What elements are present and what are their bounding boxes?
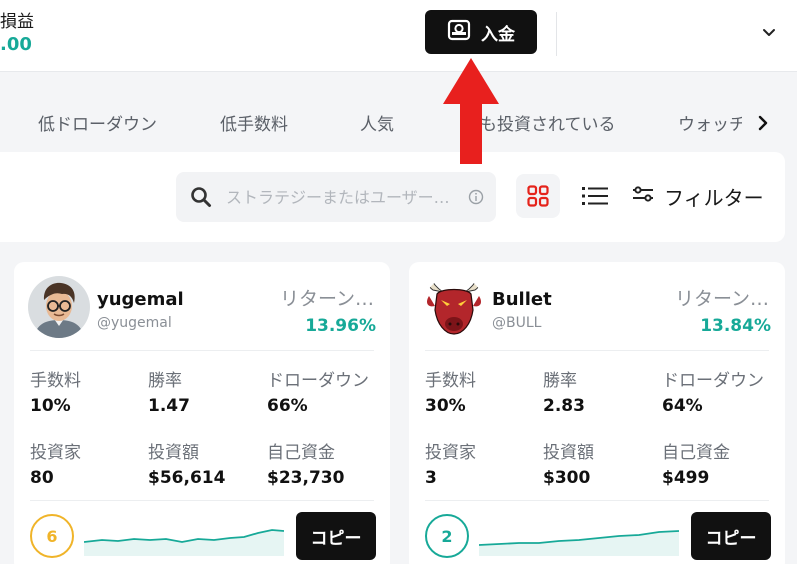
- pl-value: .00: [0, 34, 32, 55]
- fee-label: 手数料: [425, 371, 476, 391]
- grid-view-icon[interactable]: [516, 174, 560, 218]
- investors-label: 投資家: [30, 443, 81, 463]
- drawdown-value: 64%: [662, 396, 703, 416]
- own-funds-value: $23,730: [267, 468, 345, 488]
- investors-value: 80: [30, 468, 54, 488]
- win-rate-value: 1.47: [148, 396, 190, 416]
- invested-value: $56,614: [148, 468, 226, 488]
- rank-badge: 6: [30, 514, 74, 558]
- card-divider: [425, 500, 769, 501]
- deposit-icon: [447, 19, 471, 45]
- fee-value: 30%: [425, 396, 466, 416]
- chevron-down-icon[interactable]: [760, 24, 778, 42]
- copy-button[interactable]: コピー: [296, 512, 376, 560]
- strategy-tabs: 低ドローダウン 低手数料 人気 も投資されている ウォッチ: [0, 100, 797, 144]
- avatar: [423, 276, 485, 338]
- invested-value: $300: [543, 468, 591, 488]
- drawdown-value: 66%: [267, 396, 308, 416]
- header-divider: [556, 12, 557, 56]
- invested-label: 投資額: [543, 443, 594, 463]
- search-toolbar: フィルター: [0, 152, 785, 242]
- deposit-label: 入金: [481, 24, 515, 45]
- card-divider: [30, 500, 374, 501]
- tab-watch-label: ウォッチ: [678, 115, 742, 135]
- return-value: 13.84%: [700, 316, 771, 336]
- strategy-card[interactable]: yugemal @yugemal リターン… 13.96% 手数料 勝率 ドロー…: [14, 262, 390, 564]
- fee-label: 手数料: [30, 371, 81, 391]
- own-funds-label: 自己資金: [267, 443, 335, 463]
- search-input[interactable]: [226, 184, 466, 210]
- list-view-icon[interactable]: [573, 174, 617, 218]
- strategy-name: Bullet: [492, 289, 552, 310]
- card-divider: [425, 350, 769, 351]
- return-label: リターン…: [279, 288, 374, 310]
- search-box[interactable]: [176, 172, 496, 222]
- card-divider: [30, 350, 374, 351]
- strategy-card[interactable]: Bullet @BULL リターン… 13.84% 手数料 勝率 ドローダウン …: [409, 262, 785, 564]
- drawdown-label: ドローダウン: [267, 371, 369, 391]
- win-rate-value: 2.83: [543, 396, 585, 416]
- annotation-arrow: [443, 58, 499, 164]
- win-rate-label: 勝率: [148, 371, 182, 391]
- drawdown-label: ドローダウン: [662, 371, 764, 391]
- invested-label: 投資額: [148, 443, 199, 463]
- tab-low-fee[interactable]: 低手数料: [220, 110, 288, 135]
- investors-value: 3: [425, 468, 437, 488]
- performance-sparkline: [479, 530, 679, 556]
- deposit-button[interactable]: 入金: [425, 10, 537, 54]
- filter-icon: [632, 185, 654, 207]
- return-label: リターン…: [674, 288, 769, 310]
- strategy-name: yugemal: [97, 289, 184, 310]
- tab-popular[interactable]: 人気: [360, 110, 394, 135]
- return-value: 13.96%: [305, 316, 376, 336]
- rank-badge: 2: [425, 514, 469, 558]
- filter-button[interactable]: フィルター: [632, 180, 764, 212]
- fee-value: 10%: [30, 396, 71, 416]
- top-header: 損益 .00 入金: [0, 0, 797, 72]
- win-rate-label: 勝率: [543, 371, 577, 391]
- own-funds-value: $499: [662, 468, 710, 488]
- info-icon[interactable]: [468, 189, 484, 209]
- strategy-handle: @BULL: [492, 315, 542, 331]
- chevron-right-icon[interactable]: [752, 112, 774, 134]
- tab-watch[interactable]: ウォッチ: [678, 110, 742, 136]
- own-funds-label: 自己資金: [662, 443, 730, 463]
- pl-label: 損益: [0, 12, 34, 32]
- avatar: [28, 276, 90, 338]
- copy-button[interactable]: コピー: [691, 512, 771, 560]
- filter-label: フィルター: [664, 185, 764, 210]
- tab-low-drawdown[interactable]: 低ドローダウン: [38, 110, 157, 135]
- performance-sparkline: [84, 529, 284, 556]
- investors-label: 投資家: [425, 443, 476, 463]
- tab-most-invested[interactable]: も投資されている: [480, 110, 616, 135]
- search-icon: [190, 186, 212, 212]
- strategy-handle: @yugemal: [97, 315, 172, 331]
